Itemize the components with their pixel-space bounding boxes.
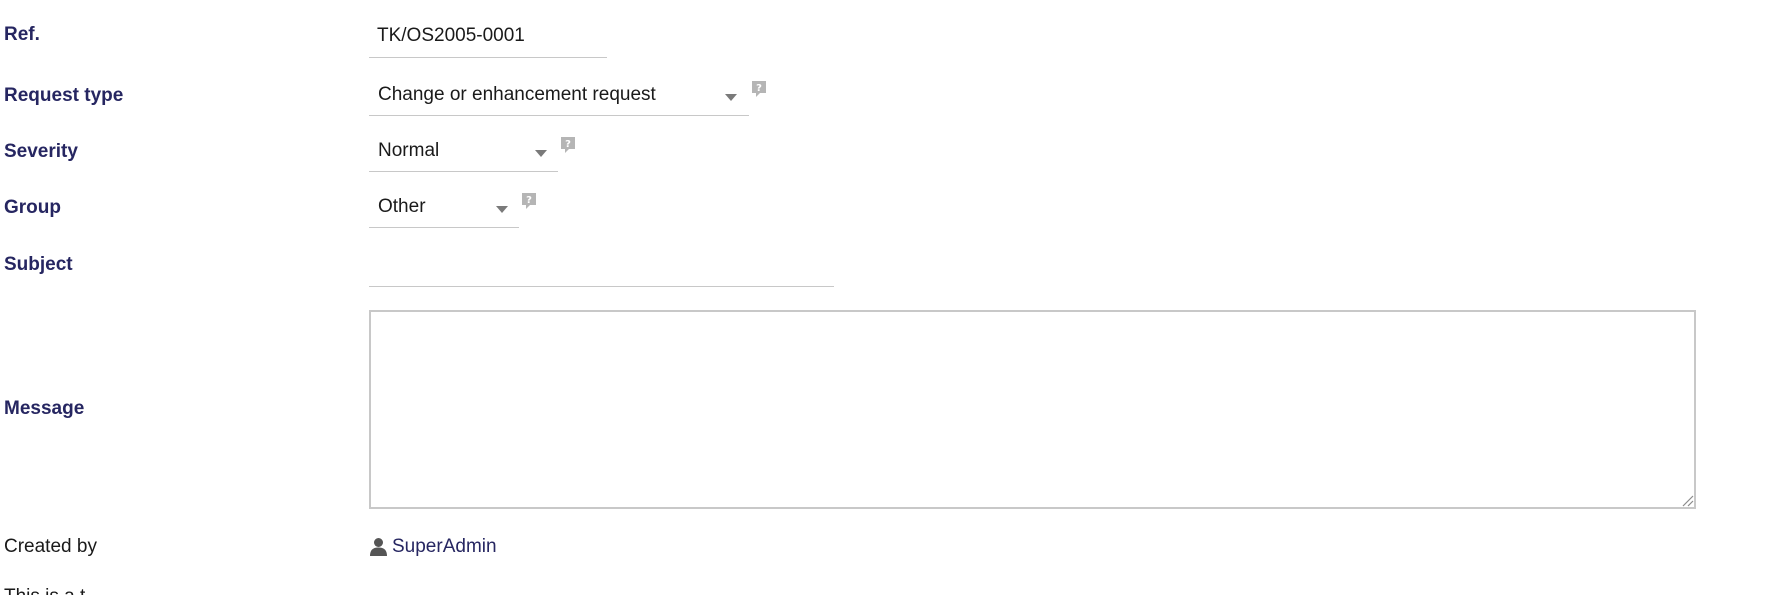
help-question-icon[interactable]: ? (560, 136, 576, 154)
request-type-selected-value: Change or enhancement request (378, 84, 656, 105)
svg-text:?: ? (565, 139, 571, 150)
help-question-icon[interactable]: ? (521, 192, 537, 210)
next-row-label-partial: This is a t (4, 586, 85, 595)
severity-selected-value: Normal (378, 140, 440, 161)
created-by-user-name: SuperAdmin (392, 536, 497, 557)
group-label: Group (4, 197, 61, 218)
created-by-label: Created by (4, 536, 97, 557)
request-type-select[interactable]: Change or enhancement request (369, 80, 749, 116)
ref-input[interactable] (369, 22, 607, 58)
user-icon (370, 538, 387, 556)
subject-input[interactable] (369, 251, 834, 287)
message-label: Message (4, 398, 85, 419)
severity-select[interactable]: Normal (369, 136, 558, 172)
ref-label: Ref. (4, 24, 40, 45)
subject-label: Subject (4, 254, 73, 275)
chevron-down-icon (725, 94, 737, 101)
chevron-down-icon (535, 150, 547, 157)
chevron-down-icon (496, 206, 508, 213)
help-question-icon[interactable]: ? (751, 80, 767, 98)
severity-label: Severity (4, 141, 78, 162)
group-selected-value: Other (378, 196, 426, 217)
message-textarea[interactable] (369, 310, 1696, 509)
created-by-user-link[interactable]: SuperAdmin (369, 536, 497, 558)
ticket-form: Ref. Request type Change or enhancement … (0, 0, 1767, 595)
group-select[interactable]: Other (369, 192, 519, 228)
svg-text:?: ? (756, 83, 762, 94)
svg-text:?: ? (526, 195, 532, 206)
request-type-label: Request type (4, 85, 124, 106)
resize-grip-icon[interactable] (1680, 493, 1694, 507)
